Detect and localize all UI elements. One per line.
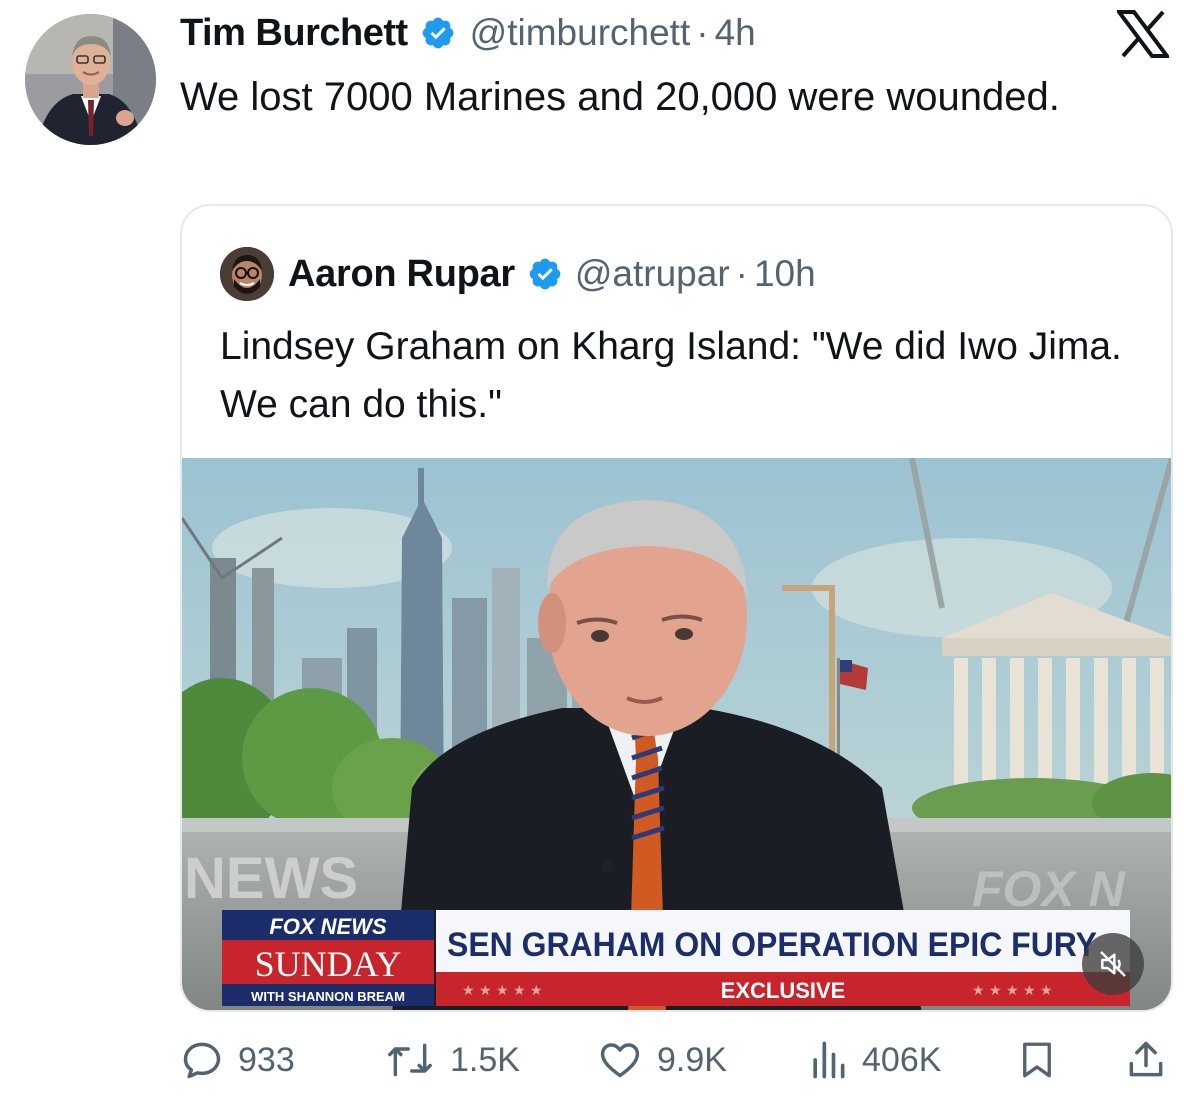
quoted-tweet-time[interactable]: 10h [754, 253, 816, 295]
views-icon [813, 1041, 845, 1079]
share-button[interactable] [1124, 1030, 1182, 1090]
quoted-tweet[interactable]: Aaron Rupar @atrupar · 10h Lindsey Graha… [180, 204, 1173, 1012]
verified-icon [529, 258, 561, 290]
repost-button[interactable]: 1.5K [384, 1030, 520, 1090]
tweet-text: We lost 7000 Marines and 20,000 were wou… [180, 75, 1060, 119]
show-logo-top: FOX NEWS [269, 914, 387, 939]
show-logo-host: WITH SHANNON BREAM [251, 989, 405, 1004]
author-avatar[interactable] [25, 14, 156, 145]
views-button[interactable]: 406K [808, 1030, 941, 1090]
tweet-action-bar: 933 1.5K 9.9K 406K [0, 1030, 1199, 1090]
reply-count: 933 [238, 1040, 295, 1079]
tweet-header: Tim Burchett @timburchett · 4h [180, 8, 756, 58]
muted-speaker-icon [1100, 951, 1126, 977]
video-frame: NEWS FOX N FOX NEWS SUNDAY WITH SHANNON … [182, 458, 1171, 1010]
svg-text:★ ★ ★ ★ ★: ★ ★ ★ ★ ★ [972, 983, 1053, 999]
like-icon [600, 1043, 640, 1078]
svg-text:★ ★ ★ ★ ★: ★ ★ ★ ★ ★ [462, 983, 543, 999]
view-count: 406K [862, 1040, 942, 1079]
video-player[interactable]: NEWS FOX N FOX NEWS SUNDAY WITH SHANNON … [182, 458, 1171, 1010]
separator-dot: · [696, 12, 709, 53]
repost-icon [388, 1043, 432, 1077]
quoted-author-name[interactable]: Aaron Rupar [288, 253, 515, 296]
show-logo-main: SUNDAY [255, 944, 402, 984]
reply-icon [183, 1042, 221, 1079]
author-handle[interactable]: @timburchett [470, 12, 691, 54]
verified-icon [422, 17, 454, 49]
bookmark-icon [1023, 1042, 1051, 1078]
repost-count: 1.5K [450, 1040, 520, 1079]
mute-toggle-button[interactable] [1082, 933, 1144, 995]
chyron-subheadline: EXCLUSIVE [721, 978, 846, 1003]
reply-button[interactable]: 933 [180, 1030, 295, 1090]
chyron-headline: SEN GRAHAM ON OPERATION EPIC FURY [447, 926, 1097, 964]
quoted-author-avatar[interactable] [220, 247, 274, 301]
like-button[interactable]: 9.9K [597, 1030, 727, 1090]
background-news-text: NEWS [184, 846, 358, 911]
quoted-tweet-header: Aaron Rupar @atrupar · 10h [220, 246, 816, 302]
author-avatar-image [25, 14, 156, 145]
tweet-time[interactable]: 4h [715, 12, 756, 54]
quoted-author-handle[interactable]: @atrupar [575, 253, 730, 295]
bookmark-button[interactable] [1016, 1030, 1072, 1090]
quoted-author-avatar-image [220, 247, 274, 301]
quoted-tweet-text: Lindsey Graham on Kharg Island: "We did … [220, 325, 1122, 426]
x-logo-icon [1117, 10, 1169, 58]
like-count: 9.9K [657, 1040, 727, 1079]
share-icon [1129, 1041, 1163, 1077]
background-fox-text: FOX N [972, 861, 1126, 917]
author-name[interactable]: Tim Burchett [180, 12, 408, 55]
separator-dot: · [735, 253, 748, 294]
